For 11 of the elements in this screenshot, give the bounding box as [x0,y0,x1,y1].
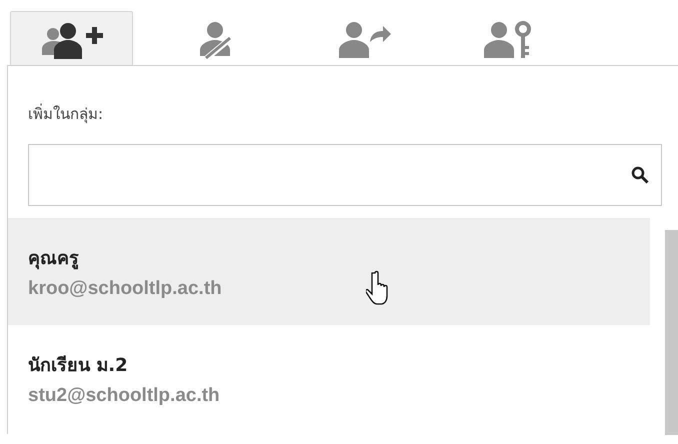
contact-name: คุณครู [28,247,79,272]
contact-name: นักเรียน ม.2 [28,354,128,378]
search-icon[interactable] [631,166,649,184]
contact-list-item[interactable]: นักเรียน ม.2 stu2@schooltlp.ac.th [8,325,650,432]
search-field[interactable] [28,144,662,206]
scrollbar[interactable] [665,230,678,435]
contact-email: kroo@schooltlp.ac.th [28,278,222,300]
tab[interactable] [10,11,133,66]
contact-list-item[interactable]: คุณครู kroo@schooltlp.ac.th [8,218,650,325]
contact-email: stu2@schooltlp.ac.th [28,385,220,407]
field-label: เพิ่มในกลุ่ม: [28,102,104,126]
